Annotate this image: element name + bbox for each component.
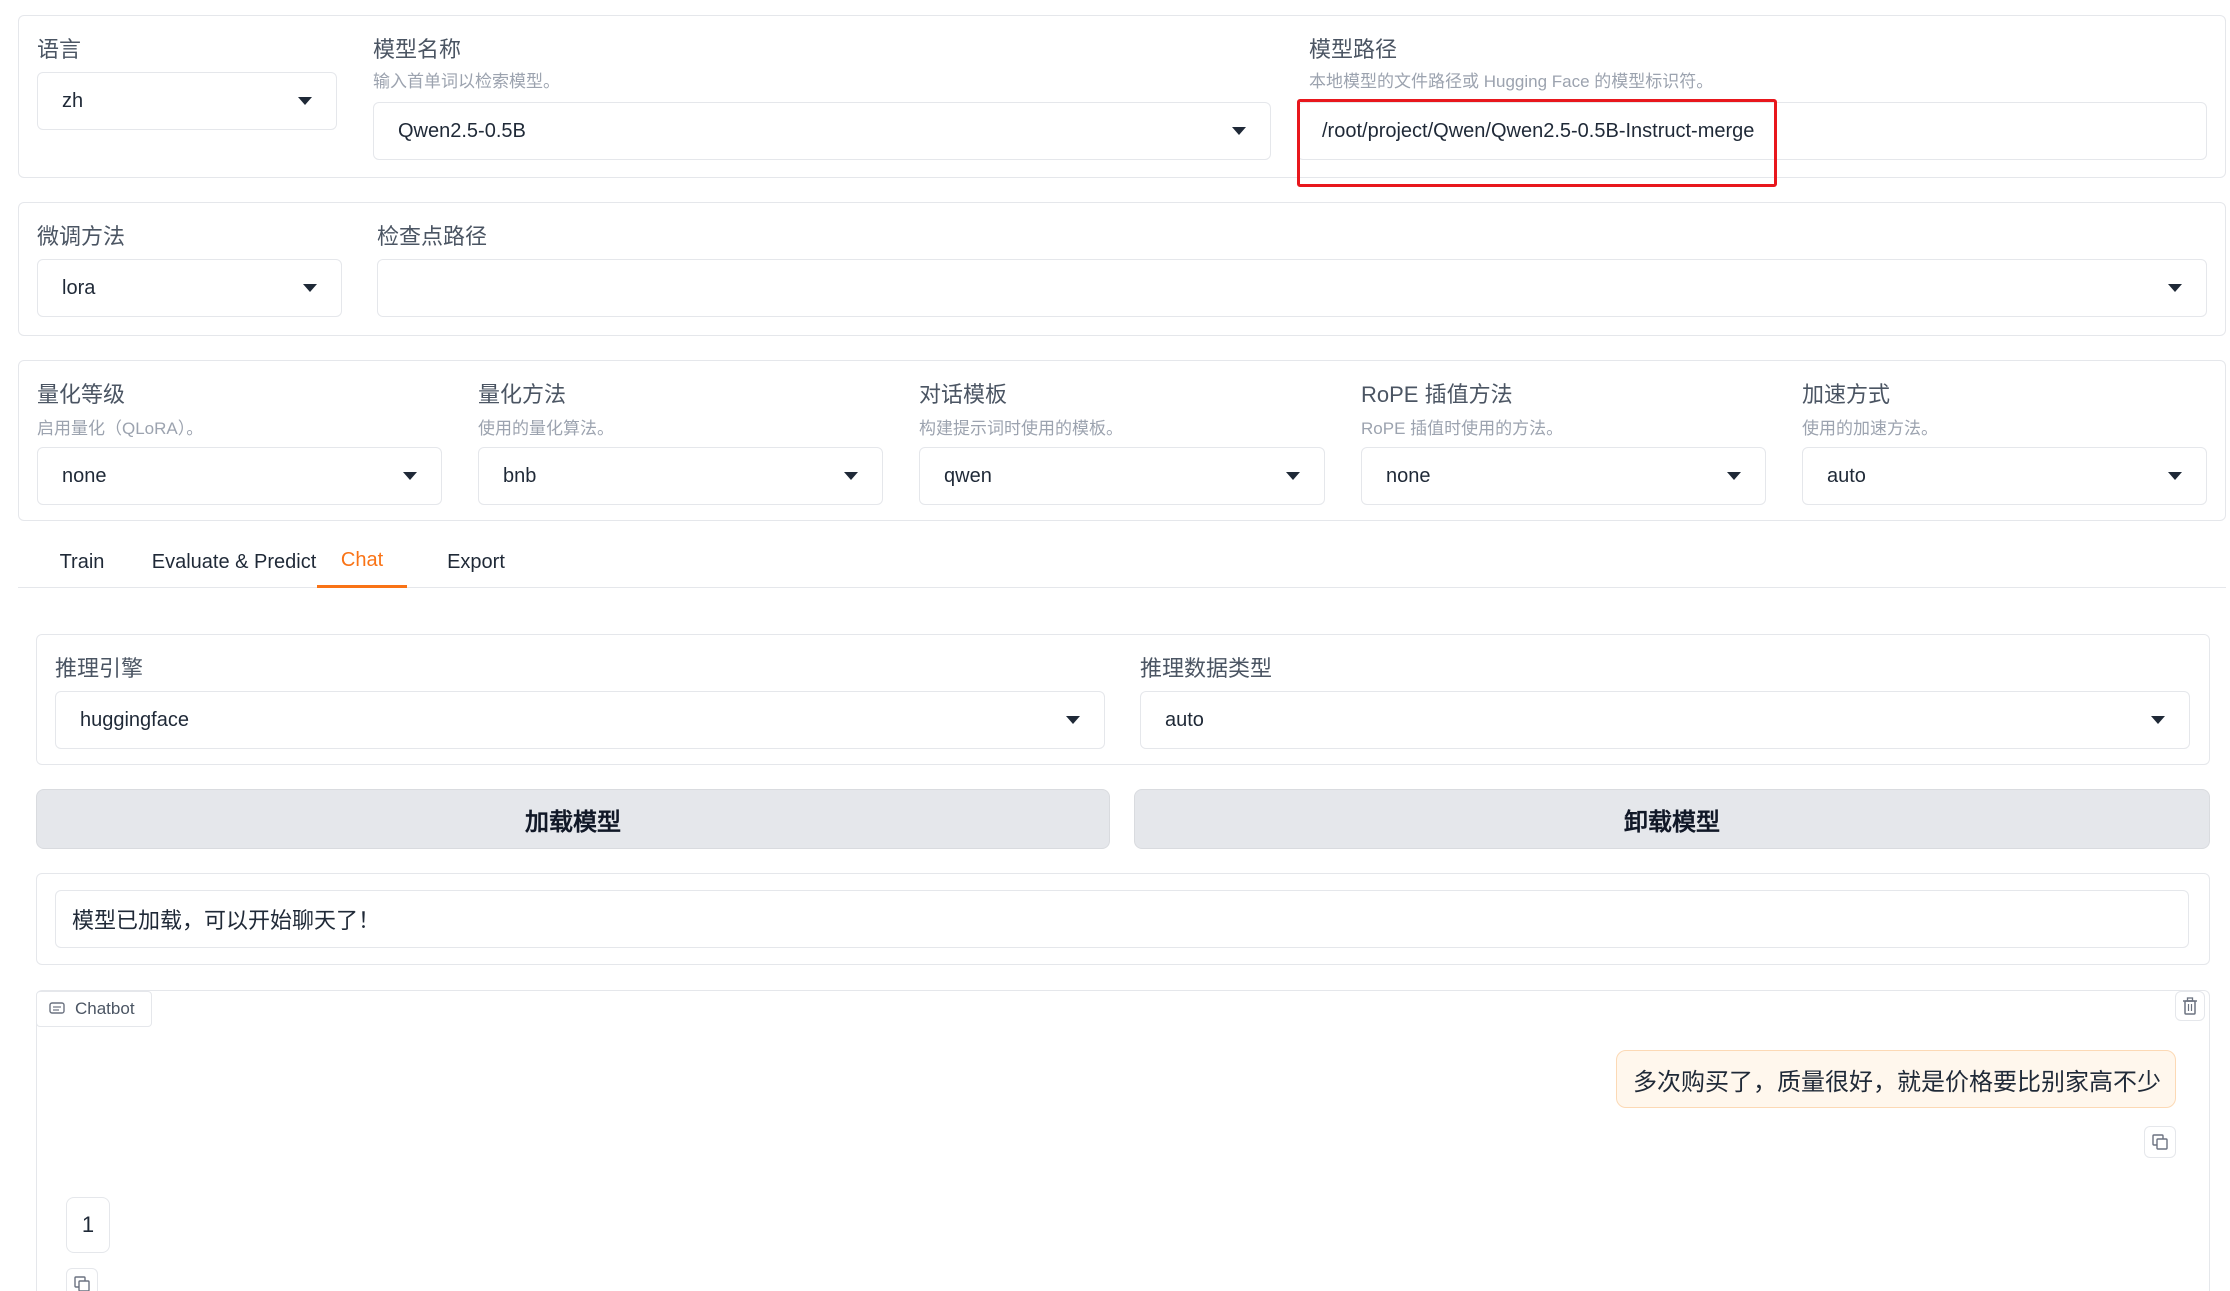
quant-method-label: 量化方法	[478, 382, 567, 407]
info-box: 模型已加载，可以开始聊天了！	[55, 890, 2189, 948]
assistant-message-text: 1	[81, 1212, 95, 1237]
infer-dtype-value: auto	[1165, 708, 1204, 731]
copy-icon	[74, 1276, 90, 1291]
template-info: 构建提示词时使用的模板。	[919, 419, 1123, 438]
chatbot-label-tag: Chatbot	[36, 991, 152, 1027]
finetune-method-select[interactable]: lora	[37, 259, 342, 317]
assistant-message: 1	[66, 1197, 110, 1253]
booster-value: auto	[1827, 464, 1866, 487]
chevron-down-icon	[403, 472, 417, 480]
infer-backend-value: huggingface	[80, 708, 189, 731]
quant-method-info: 使用的量化算法。	[478, 419, 614, 438]
lang-select[interactable]: zh	[37, 72, 337, 130]
copy-assistant-message-button[interactable]	[66, 1268, 98, 1291]
finetune-method-value: lora	[62, 276, 96, 299]
quant-bit-info: 启用量化（QLoRA）。	[37, 419, 204, 438]
user-message-text: 多次购买了，质量很好，就是价格要比别家高不少	[1633, 1068, 2161, 1096]
quant-bit-label: 量化等级	[37, 382, 126, 407]
copy-user-message-button[interactable]	[2144, 1126, 2176, 1158]
chatbot-panel	[36, 990, 2210, 1291]
rope-select[interactable]: none	[1361, 447, 1766, 505]
model-name-value: Qwen2.5-0.5B	[398, 119, 526, 142]
finetune-method-label: 微调方法	[37, 224, 126, 249]
chevron-down-icon	[1232, 127, 1246, 135]
infer-dtype-select[interactable]: auto	[1140, 691, 2190, 749]
clear-chat-button[interactable]	[2175, 991, 2205, 1021]
lang-label: 语言	[37, 37, 82, 62]
model-path-info: 本地模型的文件路径或 Hugging Face 的模型标识符。	[1309, 72, 1714, 91]
chevron-down-icon	[2168, 284, 2182, 292]
booster-select[interactable]: auto	[1802, 447, 2207, 505]
template-select[interactable]: qwen	[919, 447, 1325, 505]
infer-backend-select[interactable]: huggingface	[55, 691, 1105, 749]
tab-train[interactable]: Train	[26, 536, 138, 588]
template-value: qwen	[944, 464, 992, 487]
chevron-down-icon	[1286, 472, 1300, 480]
quant-bit-select[interactable]: none	[37, 447, 442, 505]
template-label: 对话模板	[919, 382, 1008, 407]
trash-icon	[2183, 997, 2197, 1015]
model-name-label: 模型名称	[373, 37, 462, 62]
rope-value: none	[1386, 464, 1431, 487]
chatbot-label: Chatbot	[75, 999, 135, 1018]
chevron-down-icon	[2151, 716, 2165, 724]
booster-label: 加速方式	[1802, 382, 1891, 407]
tab-export[interactable]: Export	[423, 536, 529, 588]
tab-chat[interactable]: Chat	[317, 536, 407, 588]
tab-evaluate-predict[interactable]: Evaluate & Predict	[136, 536, 332, 588]
model-name-info: 输入首单词以检索模型。	[373, 72, 560, 91]
highlight-box	[1297, 99, 1777, 187]
chevron-down-icon	[298, 97, 312, 105]
infer-backend-label: 推理引擎	[55, 656, 144, 681]
model-name-select[interactable]: Qwen2.5-0.5B	[373, 102, 1271, 160]
user-message: 多次购买了，质量很好，就是价格要比别家高不少	[1616, 1050, 2176, 1108]
tab-bar: Train Evaluate & Predict Chat Export	[18, 536, 2226, 588]
chat-icon	[49, 1002, 65, 1014]
model-path-label: 模型路径	[1309, 37, 1398, 62]
quant-method-value: bnb	[503, 464, 537, 487]
quant-bit-value: none	[62, 464, 107, 487]
chevron-down-icon	[1727, 472, 1741, 480]
chevron-down-icon	[2168, 472, 2182, 480]
rope-info: RoPE 插值时使用的方法。	[1361, 419, 1564, 438]
chevron-down-icon	[1066, 716, 1080, 724]
load-model-button[interactable]: 加载模型	[36, 789, 1110, 849]
unload-model-button[interactable]: 卸载模型	[1134, 789, 2210, 849]
booster-info: 使用的加速方法。	[1802, 419, 1938, 438]
infer-dtype-label: 推理数据类型	[1140, 656, 1273, 681]
chevron-down-icon	[303, 284, 317, 292]
lang-value: zh	[62, 89, 84, 112]
rope-label: RoPE 插值方法	[1361, 382, 1513, 407]
quant-method-select[interactable]: bnb	[478, 447, 883, 505]
checkpoint-select[interactable]	[377, 259, 2207, 317]
checkpoint-label: 检查点路径	[377, 224, 488, 249]
copy-icon	[2152, 1134, 2168, 1150]
chevron-down-icon	[844, 472, 858, 480]
info-box-text: 模型已加载，可以开始聊天了！	[72, 908, 381, 933]
